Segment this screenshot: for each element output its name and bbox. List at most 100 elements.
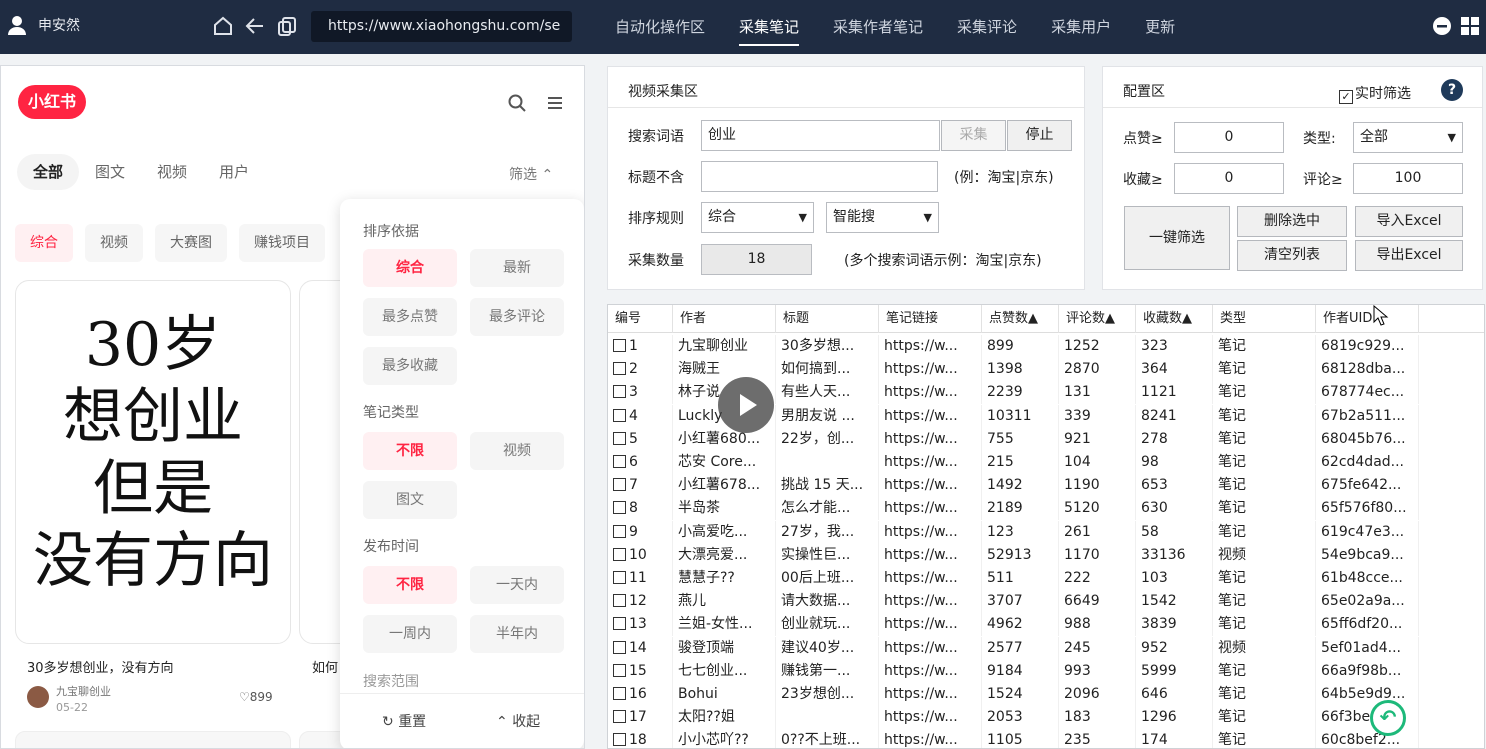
tab-automation[interactable]: 自动化操作区 bbox=[598, 0, 722, 54]
ftab-all[interactable]: 全部 bbox=[17, 154, 80, 190]
column-header[interactable]: 收藏数▲ bbox=[1136, 305, 1213, 333]
column-header[interactable]: 编号 bbox=[608, 305, 673, 333]
time-option[interactable]: 不限 bbox=[363, 566, 457, 604]
row-checkbox[interactable] bbox=[613, 663, 626, 677]
fav-min-input[interactable]: 0 bbox=[1174, 163, 1284, 194]
table-row[interactable]: 16 Bohui 23岁想创... https://w... 1524 2096 646 笔记… bbox=[608, 683, 1484, 706]
column-header[interactable]: 标题 bbox=[776, 305, 879, 333]
table-row[interactable]: 1 九宝聊创业 30多岁想... https://w... 899 1252 323 笔记 68… bbox=[608, 335, 1484, 358]
row-checkbox[interactable] bbox=[613, 431, 626, 445]
time-option[interactable]: 一周内 bbox=[363, 615, 457, 653]
note-author[interactable]: 九宝聊创业 bbox=[56, 683, 111, 699]
row-checkbox[interactable] bbox=[613, 362, 626, 376]
cat-chip[interactable]: 视频 bbox=[85, 224, 143, 262]
ftab-user[interactable]: 用户 bbox=[203, 154, 265, 190]
cat-chip[interactable]: 大赛图 bbox=[155, 224, 227, 262]
sort-option[interactable]: 最多点赞 bbox=[363, 298, 457, 336]
column-header[interactable]: 评论数▲ bbox=[1059, 305, 1136, 333]
column-header[interactable]: 作者UID bbox=[1316, 305, 1419, 333]
sort-option[interactable]: 综合 bbox=[363, 249, 457, 287]
table-row[interactable]: 8 半岛茶 怎么才能... https://w... 2189 5120 630 笔记 65f5… bbox=[608, 497, 1484, 521]
collect-button[interactable]: 采集 bbox=[941, 120, 1006, 151]
row-checkbox[interactable] bbox=[613, 687, 626, 700]
type-option[interactable]: 不限 bbox=[363, 432, 457, 470]
row-checkbox[interactable] bbox=[613, 408, 626, 422]
tab-collect-author-notes[interactable]: 采集作者笔记 bbox=[816, 0, 940, 54]
reset-button[interactable]: ↻ 重置 bbox=[382, 711, 426, 731]
minimize-icon[interactable] bbox=[1432, 16, 1452, 36]
likes-min-input[interactable]: 0 bbox=[1174, 122, 1284, 153]
column-header[interactable]: 类型 bbox=[1213, 305, 1316, 333]
note-card[interactable]: 30岁 想创业 但是 没有方向 bbox=[15, 280, 291, 644]
table-row[interactable]: 13 兰姐-女性... 创业就玩... https://w... 4962 988 3839… bbox=[608, 613, 1484, 637]
stop-button[interactable]: 停止 bbox=[1007, 120, 1072, 151]
time-option[interactable]: 半年内 bbox=[470, 615, 564, 653]
table-row[interactable]: 18 小小芯吖?? 0??不上班... https://w... 1105 235 174 笔… bbox=[608, 729, 1484, 748]
like-count[interactable]: ♡899 bbox=[239, 690, 273, 704]
avatar[interactable] bbox=[27, 686, 49, 708]
search-icon[interactable] bbox=[507, 93, 527, 113]
xhs-logo[interactable]: 小红书 bbox=[18, 85, 86, 119]
cat-chip[interactable]: 综合 bbox=[15, 224, 73, 262]
exclude-input[interactable] bbox=[701, 161, 938, 192]
one-click-filter-button[interactable]: 一键筛选 bbox=[1124, 206, 1230, 270]
row-checkbox[interactable] bbox=[613, 571, 626, 584]
row-checkbox[interactable] bbox=[613, 501, 626, 515]
tab-collect-notes[interactable]: 采集笔记 bbox=[722, 0, 816, 54]
row-checkbox[interactable] bbox=[613, 594, 626, 608]
row-checkbox[interactable] bbox=[613, 339, 626, 352]
home-icon[interactable] bbox=[212, 15, 234, 37]
row-checkbox[interactable] bbox=[613, 640, 626, 654]
row-checkbox[interactable] bbox=[613, 455, 626, 468]
sort-rule-select[interactable]: 综合 ▼ bbox=[701, 202, 814, 233]
row-checkbox[interactable] bbox=[613, 617, 626, 631]
back-arrow-icon[interactable] bbox=[244, 15, 266, 37]
table-row[interactable]: 11 慧慧子?? 00后上班... https://w... 511 222 103 笔记 61… bbox=[608, 567, 1484, 590]
column-header[interactable]: 笔记链接 bbox=[879, 305, 982, 333]
type-select[interactable]: 全部 ▼ bbox=[1353, 122, 1463, 153]
row-checkbox[interactable] bbox=[613, 733, 626, 747]
column-header[interactable]: 点赞数▲ bbox=[982, 305, 1059, 333]
search-mode-select[interactable]: 智能搜 ▼ bbox=[826, 202, 939, 233]
tab-collect-comments[interactable]: 采集评论 bbox=[940, 0, 1034, 54]
menu-icon[interactable] bbox=[545, 93, 565, 113]
filter-toggle[interactable]: 筛选 ⌃ bbox=[509, 164, 553, 184]
copy-icon[interactable] bbox=[276, 15, 298, 37]
ftab-image-text[interactable]: 图文 bbox=[79, 154, 141, 190]
import-excel-button[interactable]: 导入Excel bbox=[1355, 206, 1463, 237]
type-option[interactable]: 图文 bbox=[363, 481, 457, 519]
url-bar[interactable]: https://www.xiaohongshu.com/se bbox=[311, 11, 572, 42]
table-row[interactable]: 17 太阳??姐 https://w... 2053 183 1296 笔记 66f3be..… bbox=[608, 706, 1484, 730]
sort-option[interactable]: 最新 bbox=[470, 249, 564, 287]
comment-min-input[interactable]: 100 bbox=[1353, 163, 1463, 194]
row-checkbox[interactable] bbox=[613, 710, 626, 724]
table-row[interactable]: 14 骏登顶端 建议40岁... https://w... 2577 245 952 视频 5e… bbox=[608, 636, 1484, 660]
table-row[interactable]: 9 小高爱吃... 27岁，我... https://w... 123 261 58 笔记 61… bbox=[608, 520, 1484, 544]
row-checkbox[interactable] bbox=[613, 547, 626, 561]
row-checkbox[interactable] bbox=[613, 478, 626, 492]
user-info[interactable]: 申安然 bbox=[6, 14, 80, 36]
ftab-video[interactable]: 视频 bbox=[141, 154, 203, 190]
realtime-filter-checkbox[interactable]: ✓ 实时筛选 bbox=[1339, 83, 1411, 104]
tab-update[interactable]: 更新 bbox=[1128, 0, 1192, 54]
tab-collect-users[interactable]: 采集用户 bbox=[1034, 0, 1128, 54]
table-row[interactable]: 10 大漂亮爱... 实操性巨... https://w... 52913 1170 331… bbox=[608, 543, 1484, 567]
count-input[interactable]: 18 bbox=[701, 244, 812, 275]
cat-chip[interactable]: 赚钱项目 bbox=[239, 224, 325, 262]
time-option[interactable]: 一天内 bbox=[470, 566, 564, 604]
table-row[interactable]: 12 燕儿 请大数据... https://w... 3707 6649 1542 笔记 65e… bbox=[608, 590, 1484, 614]
clear-list-button[interactable]: 清空列表 bbox=[1237, 240, 1347, 271]
collapse-button[interactable]: ⌃ 收起 bbox=[496, 711, 540, 731]
return-arrow-icon[interactable]: ↶ bbox=[1370, 700, 1406, 736]
note-title[interactable]: 如何 bbox=[312, 657, 338, 676]
grid-icon[interactable] bbox=[1460, 16, 1480, 36]
export-excel-button[interactable]: 导出Excel bbox=[1355, 240, 1463, 271]
table-row[interactable]: 7 小红薯678... 挑战 15 天... https://w... 1492 1190… bbox=[608, 474, 1484, 498]
note-card[interactable] bbox=[15, 731, 291, 748]
column-header[interactable]: 作者 bbox=[673, 305, 776, 333]
sort-option[interactable]: 最多收藏 bbox=[363, 347, 457, 385]
table-row[interactable]: 6 芯安 Core... https://w... 215 104 98 笔记 62cd4da… bbox=[608, 451, 1484, 474]
sort-option[interactable]: 最多评论 bbox=[470, 298, 564, 336]
note-title[interactable]: 30多岁想创业，没有方向 bbox=[27, 657, 174, 676]
keyword-input[interactable]: 创业 bbox=[701, 120, 940, 151]
